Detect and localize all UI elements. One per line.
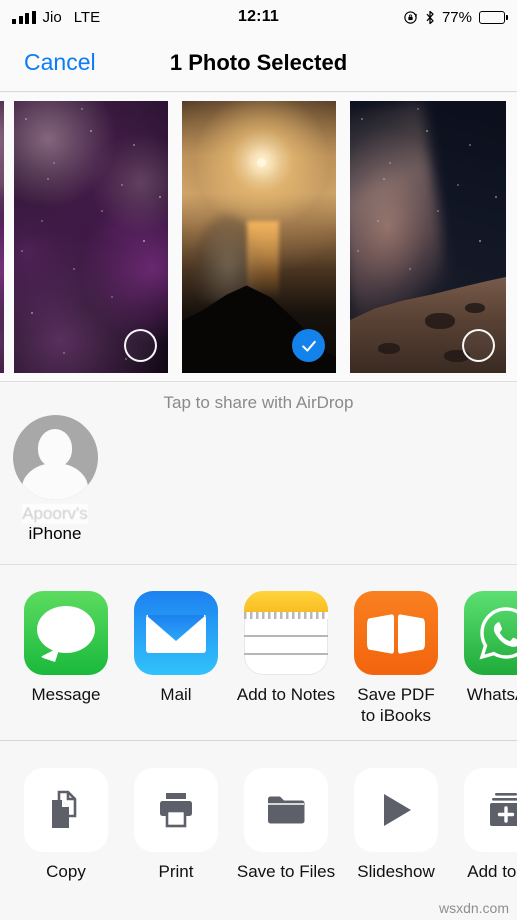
share-app-label: Message — [31, 685, 101, 704]
bluetooth-icon — [425, 10, 435, 25]
page-title: 1 Photo Selected — [169, 49, 348, 75]
airdrop-target-iphone[interactable]: Apoorv's iPhone — [10, 415, 100, 544]
action-label: Save to Files — [236, 862, 336, 881]
share-app-row[interactable]: Message Mail Add to Notes Save PDF to iB… — [0, 564, 517, 740]
share-app-ibooks[interactable]: Save PDF to iBooks — [341, 565, 451, 726]
contact-avatar-icon — [12, 415, 98, 500]
notes-icon — [244, 591, 328, 675]
action-label: Copy — [46, 862, 86, 881]
share-app-whatsapp[interactable]: WhatsApp — [451, 565, 517, 705]
share-app-notes[interactable]: Add to Notes — [231, 565, 341, 705]
photo-thumbnail-milkyway[interactable] — [350, 101, 506, 373]
share-app-label: Save PDF to iBooks — [357, 685, 435, 725]
airdrop-target-device: iPhone — [28, 524, 82, 543]
photo-thumbnail-sunset[interactable] — [182, 101, 336, 373]
album-plus-icon — [464, 768, 517, 852]
navigation-bar: Cancel 1 Photo Selected — [0, 34, 517, 92]
message-bubble-icon — [24, 591, 108, 675]
folder-icon — [244, 768, 328, 852]
selection-checkmark-selected[interactable] — [292, 329, 325, 362]
action-print[interactable]: Print — [121, 741, 231, 882]
photo-thumbnail-nebula[interactable] — [14, 101, 168, 373]
play-triangle-icon — [354, 768, 438, 852]
share-app-message[interactable]: Message — [11, 565, 121, 705]
status-bar-right: 77% — [403, 8, 508, 26]
action-copy[interactable]: Copy — [11, 741, 121, 882]
action-label: Print — [158, 862, 194, 881]
share-action-row[interactable]: Copy Print Save to Files Slideshow Add t… — [0, 740, 517, 920]
whatsapp-icon — [464, 591, 517, 675]
photo-thumbnail-partial[interactable] — [0, 101, 4, 373]
battery-percent: 77% — [441, 8, 472, 26]
status-bar: Jio LTE 12:11 77% — [0, 0, 517, 34]
battery-icon — [479, 10, 508, 24]
share-app-label: WhatsApp — [466, 685, 517, 704]
watermark: wsxdn.com — [438, 900, 509, 916]
action-save-to-files[interactable]: Save to Files — [231, 741, 341, 882]
mail-envelope-icon — [134, 591, 218, 675]
action-label: Add to Alb — [467, 862, 517, 881]
airdrop-section: Tap to share with AirDrop Apoorv's iPhon… — [0, 381, 517, 564]
airdrop-target-owner: Apoorv's — [22, 504, 88, 524]
printer-icon — [134, 768, 218, 852]
rotation-lock-icon — [403, 10, 418, 25]
photo-strip[interactable] — [0, 93, 517, 381]
action-add-to-album[interactable]: Add to Alb — [451, 741, 517, 882]
action-slideshow[interactable]: Slideshow — [341, 741, 451, 882]
share-app-mail[interactable]: Mail — [121, 565, 231, 705]
status-bar-left: Jio LTE — [12, 9, 100, 26]
book-icon — [354, 591, 438, 675]
selection-circle-unselected[interactable] — [124, 329, 157, 362]
action-label: Slideshow — [357, 862, 435, 881]
share-app-label: Add to Notes — [236, 685, 336, 704]
share-app-label: Mail — [160, 685, 192, 704]
airdrop-hint-label: Tap to share with AirDrop — [163, 393, 354, 412]
network-type: LTE — [73, 8, 101, 26]
share-sheet-screen: Jio LTE 12:11 77% Cancel 1 Photo Selecte… — [0, 0, 517, 920]
selection-circle-unselected[interactable] — [462, 329, 495, 362]
carrier-name: Jio — [42, 8, 62, 26]
signal-bars-icon — [12, 10, 36, 24]
airdrop-target-name: Apoorv's iPhone — [10, 504, 100, 544]
copy-documents-icon — [24, 768, 108, 852]
